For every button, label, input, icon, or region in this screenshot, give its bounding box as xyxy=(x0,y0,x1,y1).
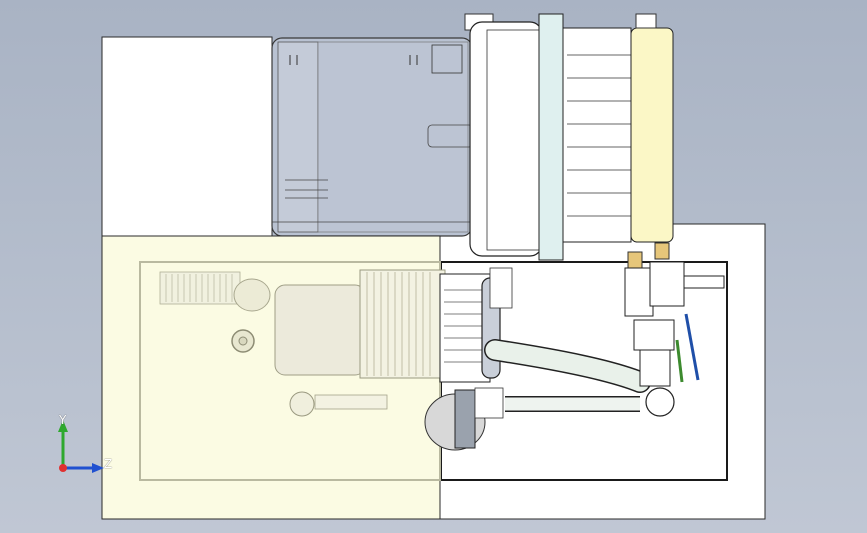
y-axis-label: Y xyxy=(59,413,67,427)
z-axis-arrowhead xyxy=(92,463,104,473)
z-axis-label: Z xyxy=(104,457,113,471)
coordinate-triad: Y Z xyxy=(50,410,120,480)
oil-tank[interactable] xyxy=(271,37,474,237)
cad-model-view[interactable] xyxy=(0,0,867,533)
cad-viewport[interactable]: Y Z xyxy=(0,0,867,533)
x-axis-point xyxy=(59,464,67,472)
air-cooler[interactable] xyxy=(464,13,674,261)
left-upper-block[interactable] xyxy=(101,36,273,237)
